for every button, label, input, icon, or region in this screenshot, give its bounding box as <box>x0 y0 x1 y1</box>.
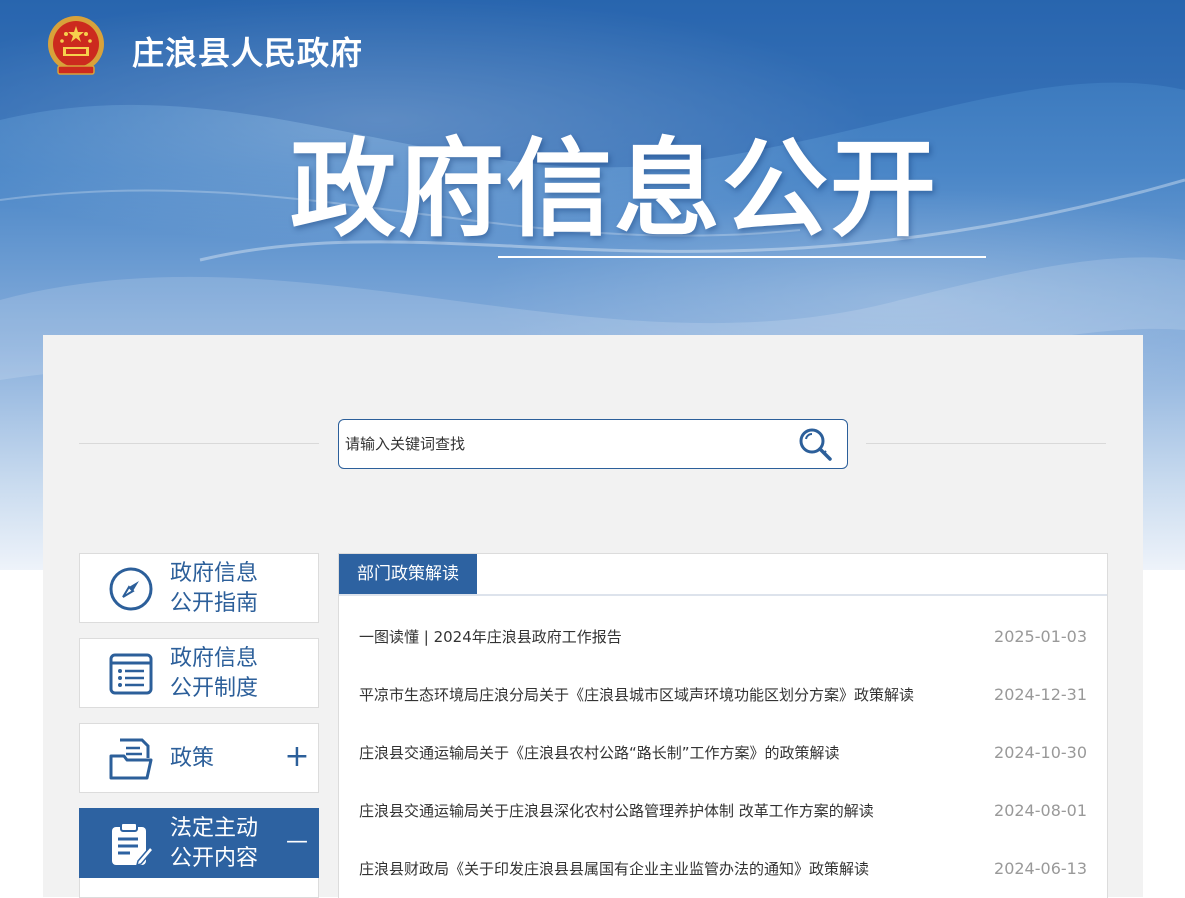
search-box <box>338 419 848 469</box>
sidebar-submenu <box>79 878 319 898</box>
clipboard-edit-icon <box>112 822 154 867</box>
collapse-minus-icon[interactable]: — <box>284 829 310 855</box>
news-title-link[interactable]: 庄浪县交通运输局关于《庄浪县农村公路“路长制”工作方案》的政策解读 <box>359 738 959 768</box>
news-date: 2024-10-30 <box>994 743 1087 762</box>
compass-icon <box>109 567 153 611</box>
sidebar-item-disclosure-guide[interactable]: 政府信息 公开指南 <box>79 553 319 623</box>
site-title[interactable]: 庄浪县人民政府 <box>132 28 363 74</box>
sidebar-item-label: 法定主动 <box>170 816 259 841</box>
sidebar-item-label: 公开内容 <box>170 846 259 871</box>
sidebar-item-label: 政府信息 <box>170 561 259 586</box>
sidebar-item-policy[interactable]: 政策 + <box>79 723 319 793</box>
search-input[interactable] <box>345 420 775 468</box>
sidebar-item-label: 公开指南 <box>170 591 259 616</box>
sidebar-item-label: 公开制度 <box>170 676 259 701</box>
policy-interpretation-panel: 部门政策解读 一图读懂 | 2024年庄浪县政府工作报告 2025-01-03 … <box>338 553 1108 898</box>
expand-plus-icon[interactable]: + <box>284 742 310 772</box>
search-divider-left <box>79 443 319 444</box>
news-date: 2024-12-31 <box>994 685 1087 704</box>
list-item[interactable]: 一图读懂 | 2024年庄浪县政府工作报告 2025-01-03 <box>359 622 1087 652</box>
sidebar-item-label: 政府信息 <box>170 646 259 671</box>
news-date: 2024-06-13 <box>994 859 1087 878</box>
list-item[interactable]: 庄浪县交通运输局关于庄浪县深化农村公路管理养护体制 改革工作方案的解读 2024… <box>359 796 1087 826</box>
list-item[interactable]: 庄浪县交通运输局关于《庄浪县农村公路“路长制”工作方案》的政策解读 2024-1… <box>359 738 1087 768</box>
hero-title: 政府信息公开 <box>290 128 938 251</box>
document-list-icon <box>109 653 153 695</box>
list-item[interactable]: 平凉市生态环境局庄浪分局关于《庄浪县城市区域声环境功能区划分方案》政策解读 20… <box>359 680 1087 710</box>
search-divider-right <box>866 443 1106 444</box>
sidebar-item-disclosure-system[interactable]: 政府信息 公开制度 <box>79 638 319 708</box>
sidebar-item-label: 政策 <box>170 746 215 771</box>
news-title-link[interactable]: 一图读懂 | 2024年庄浪县政府工作报告 <box>359 622 959 652</box>
national-emblem-icon <box>48 16 104 75</box>
search-icon[interactable] <box>795 425 835 465</box>
sidebar-item-statutory-disclosure[interactable]: 法定主动 公开内容 — <box>79 808 319 878</box>
news-date: 2024-08-01 <box>994 801 1087 820</box>
news-title-link[interactable]: 庄浪县财政局《关于印发庄浪县县属国有企业主业监管办法的通知》政策解读 <box>359 854 959 884</box>
list-item[interactable]: 庄浪县财政局《关于印发庄浪县县属国有企业主业监管办法的通知》政策解读 2024-… <box>359 854 1087 884</box>
news-title-link[interactable]: 庄浪县交通运输局关于庄浪县深化农村公路管理养护体制 改革工作方案的解读 <box>359 796 959 826</box>
news-header: 部门政策解读 <box>339 554 1107 596</box>
news-date: 2025-01-03 <box>994 627 1087 646</box>
folder-document-icon <box>109 738 153 780</box>
content-panel: 政府信息 公开指南 政府信息 公开制度 政策 + <box>43 335 1143 898</box>
tab-department-policy-interpretation[interactable]: 部门政策解读 <box>339 554 477 594</box>
hero-underline <box>498 256 986 258</box>
news-title-link[interactable]: 平凉市生态环境局庄浪分局关于《庄浪县城市区域声环境功能区划分方案》政策解读 <box>359 680 959 710</box>
